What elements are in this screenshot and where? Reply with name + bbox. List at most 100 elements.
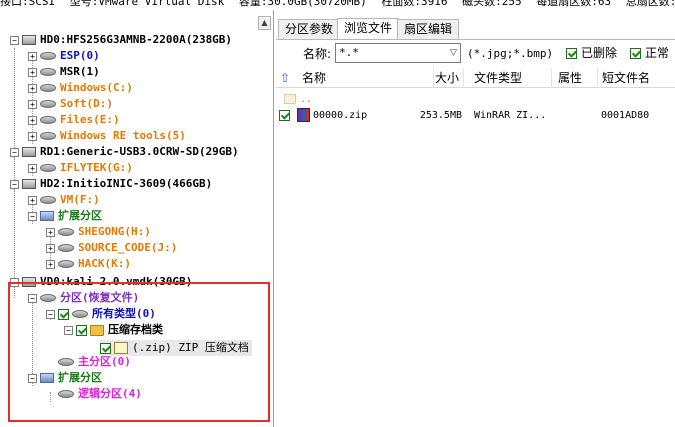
partition-icon bbox=[40, 68, 56, 76]
deleted-filter-label: 已删除 bbox=[581, 46, 618, 60]
tree-node-label: Windows(C:) bbox=[60, 81, 133, 94]
tree-node-hack[interactable]: + HACK(K:) bbox=[46, 256, 131, 272]
partition-icon bbox=[58, 244, 74, 252]
tree-node-files-e[interactable]: + Files(E:) bbox=[28, 112, 120, 128]
tree-node-label: HACK(K:) bbox=[78, 257, 131, 270]
tree-node-hd0[interactable]: − HD0:HFS256G3AMNB-2200A(238GB) bbox=[10, 32, 232, 48]
tree-node-label: VM(F:) bbox=[60, 193, 100, 206]
tree-node-label: Windows RE tools(5) bbox=[60, 129, 186, 142]
winrar-archive-icon bbox=[297, 108, 310, 122]
expand-icon[interactable]: + bbox=[28, 83, 37, 93]
parent-folder-icon bbox=[284, 94, 296, 104]
tree-node-windows-re[interactable]: + Windows RE tools(5) bbox=[28, 128, 186, 144]
tree-node-label: HD2:InitioINIC-3609(466GB) bbox=[40, 177, 213, 190]
partition-icon bbox=[40, 52, 56, 60]
hard-disk-icon bbox=[22, 179, 36, 189]
total-sectors-info: 总扇区数:629 bbox=[625, 0, 675, 8]
tree-node-label: Soft(D:) bbox=[60, 97, 113, 110]
tree-node-label: IFLYTEK(G:) bbox=[60, 161, 133, 174]
chevron-down-icon[interactable]: ▽ bbox=[447, 44, 460, 62]
expand-icon[interactable]: + bbox=[28, 115, 37, 125]
tree-node-windows-c[interactable]: + Windows(C:) bbox=[28, 80, 133, 96]
heads-info: 磁头数:255 bbox=[462, 0, 522, 8]
tree-node-label: ESP(0) bbox=[60, 49, 100, 62]
partition-icon bbox=[40, 84, 56, 92]
tree-node-iflytek[interactable]: + IFLYTEK(G:) bbox=[28, 160, 133, 176]
filter-hint-text: (*.jpg;*.bmp) bbox=[467, 47, 554, 60]
tree-node-msr[interactable]: + MSR(1) bbox=[28, 64, 100, 80]
tab-sector-edit[interactable]: 扇区编辑 bbox=[397, 19, 460, 39]
partition-icon bbox=[40, 116, 56, 124]
tree-node-source-code[interactable]: + SOURCE_CODE(J:) bbox=[46, 240, 177, 256]
column-header-size[interactable]: 大小 bbox=[434, 68, 464, 88]
file-size: 253.5MB bbox=[419, 110, 462, 121]
expand-icon[interactable]: + bbox=[28, 67, 37, 77]
partition-icon bbox=[40, 132, 56, 140]
hard-disk-icon bbox=[22, 147, 36, 157]
tree-node-soft-d[interactable]: + Soft(D:) bbox=[28, 96, 113, 112]
collapse-icon[interactable]: − bbox=[10, 179, 19, 189]
disk-tree-panel[interactable]: ▲ − HD0:HFS256G3AMNB-2200A(238GB) + ESP(0)… bbox=[0, 10, 274, 427]
partition-icon bbox=[58, 260, 74, 268]
capacity-info: 容量:30.0GB(30720MB) bbox=[238, 0, 367, 8]
interface-info: 接口:SCSI bbox=[0, 0, 56, 8]
collapse-icon[interactable]: − bbox=[10, 35, 19, 45]
tree-node-extended[interactable]: − 扩展分区 bbox=[28, 208, 102, 224]
file-short-name: 0001AD80 bbox=[601, 110, 650, 121]
expand-icon[interactable]: + bbox=[46, 243, 55, 253]
column-header-name[interactable]: 名称 bbox=[298, 68, 434, 88]
expand-icon[interactable]: + bbox=[28, 51, 37, 61]
normal-filter-checkbox[interactable]: 正常 bbox=[630, 45, 669, 61]
extended-partition-icon bbox=[40, 211, 54, 221]
expand-icon[interactable]: + bbox=[28, 163, 37, 173]
column-header-short-name[interactable]: 短文件名 bbox=[598, 68, 675, 88]
expand-icon[interactable]: + bbox=[28, 131, 37, 141]
tree-node-rd1[interactable]: − RD1:Generic-USB3.0CRW-SD(29GB) bbox=[10, 144, 239, 160]
partition-icon bbox=[40, 100, 56, 108]
partition-icon bbox=[40, 164, 56, 172]
checkbox-checked-icon[interactable] bbox=[630, 48, 641, 59]
column-header-type[interactable]: 文件类型 bbox=[470, 68, 552, 88]
tree-node-hd2[interactable]: − HD2:InitioINIC-3609(466GB) bbox=[10, 176, 212, 192]
highlight-annotation-box bbox=[8, 282, 270, 422]
deleted-filter-checkbox[interactable]: 已删除 bbox=[566, 45, 617, 61]
tree-node-esp[interactable]: + ESP(0) bbox=[28, 48, 100, 64]
expand-icon[interactable]: + bbox=[28, 99, 37, 109]
hard-disk-icon bbox=[22, 35, 36, 45]
normal-filter-label: 正常 bbox=[645, 46, 670, 60]
tree-node-label: 扩展分区 bbox=[58, 209, 102, 222]
tree-node-vm-f[interactable]: + VM(F:) bbox=[28, 192, 100, 208]
tab-partition-params[interactable]: 分区参数 bbox=[278, 19, 341, 39]
tree-node-label: RD1:Generic-USB3.0CRW-SD(29GB) bbox=[40, 145, 239, 158]
collapse-icon[interactable]: − bbox=[10, 147, 19, 157]
partition-icon bbox=[40, 196, 56, 204]
name-filter-label: 名称: bbox=[303, 47, 332, 61]
tree-node-label: Files(E:) bbox=[60, 113, 120, 126]
tree-node-label: MSR(1) bbox=[60, 65, 100, 78]
expand-icon[interactable]: + bbox=[46, 259, 55, 269]
go-up-icon[interactable]: ⇧ bbox=[280, 71, 292, 85]
tree-node-label: HD0:HFS256G3AMNB-2200A(238GB) bbox=[40, 33, 233, 46]
collapse-icon[interactable]: − bbox=[28, 211, 37, 221]
tree-node-shegong[interactable]: + SHEGONG(H:) bbox=[46, 224, 151, 240]
expand-icon[interactable]: + bbox=[28, 195, 37, 205]
tab-browse-files[interactable]: 浏览文件 bbox=[337, 18, 400, 39]
file-name: 00000.zip bbox=[313, 110, 368, 121]
checkbox-checked-icon[interactable] bbox=[279, 109, 290, 121]
scroll-up-button[interactable]: ▲ bbox=[258, 16, 271, 30]
partition-icon bbox=[58, 228, 74, 236]
column-header-attributes[interactable]: 属性 bbox=[554, 68, 598, 88]
file-type: WinRAR ZI... bbox=[474, 110, 547, 121]
tree-node-label: SOURCE_CODE(J:) bbox=[78, 241, 178, 254]
sectors-per-track-info: 每道扇区数:63 bbox=[536, 0, 612, 8]
disk-info-bar: 接口:SCSI 型号:VMware Virtual Disk 容量:30.0GB… bbox=[0, 0, 675, 10]
file-list-header: 名称 大小 文件类型 属性 短文件名 bbox=[276, 68, 675, 88]
tree-connector bbox=[14, 48, 15, 298]
name-filter-input[interactable]: *.* bbox=[335, 43, 461, 63]
expand-icon[interactable]: + bbox=[46, 227, 55, 237]
table-row[interactable]: 00000.zip 253.5MB WinRAR ZI... 0001AD80 bbox=[276, 107, 675, 125]
checkbox-checked-icon[interactable] bbox=[566, 48, 577, 59]
cylinders-info: 柱面数:3916 bbox=[381, 0, 448, 8]
tree-node-label: SHEGONG(H:) bbox=[78, 225, 151, 238]
model-info: 型号:VMware Virtual Disk bbox=[69, 0, 225, 8]
